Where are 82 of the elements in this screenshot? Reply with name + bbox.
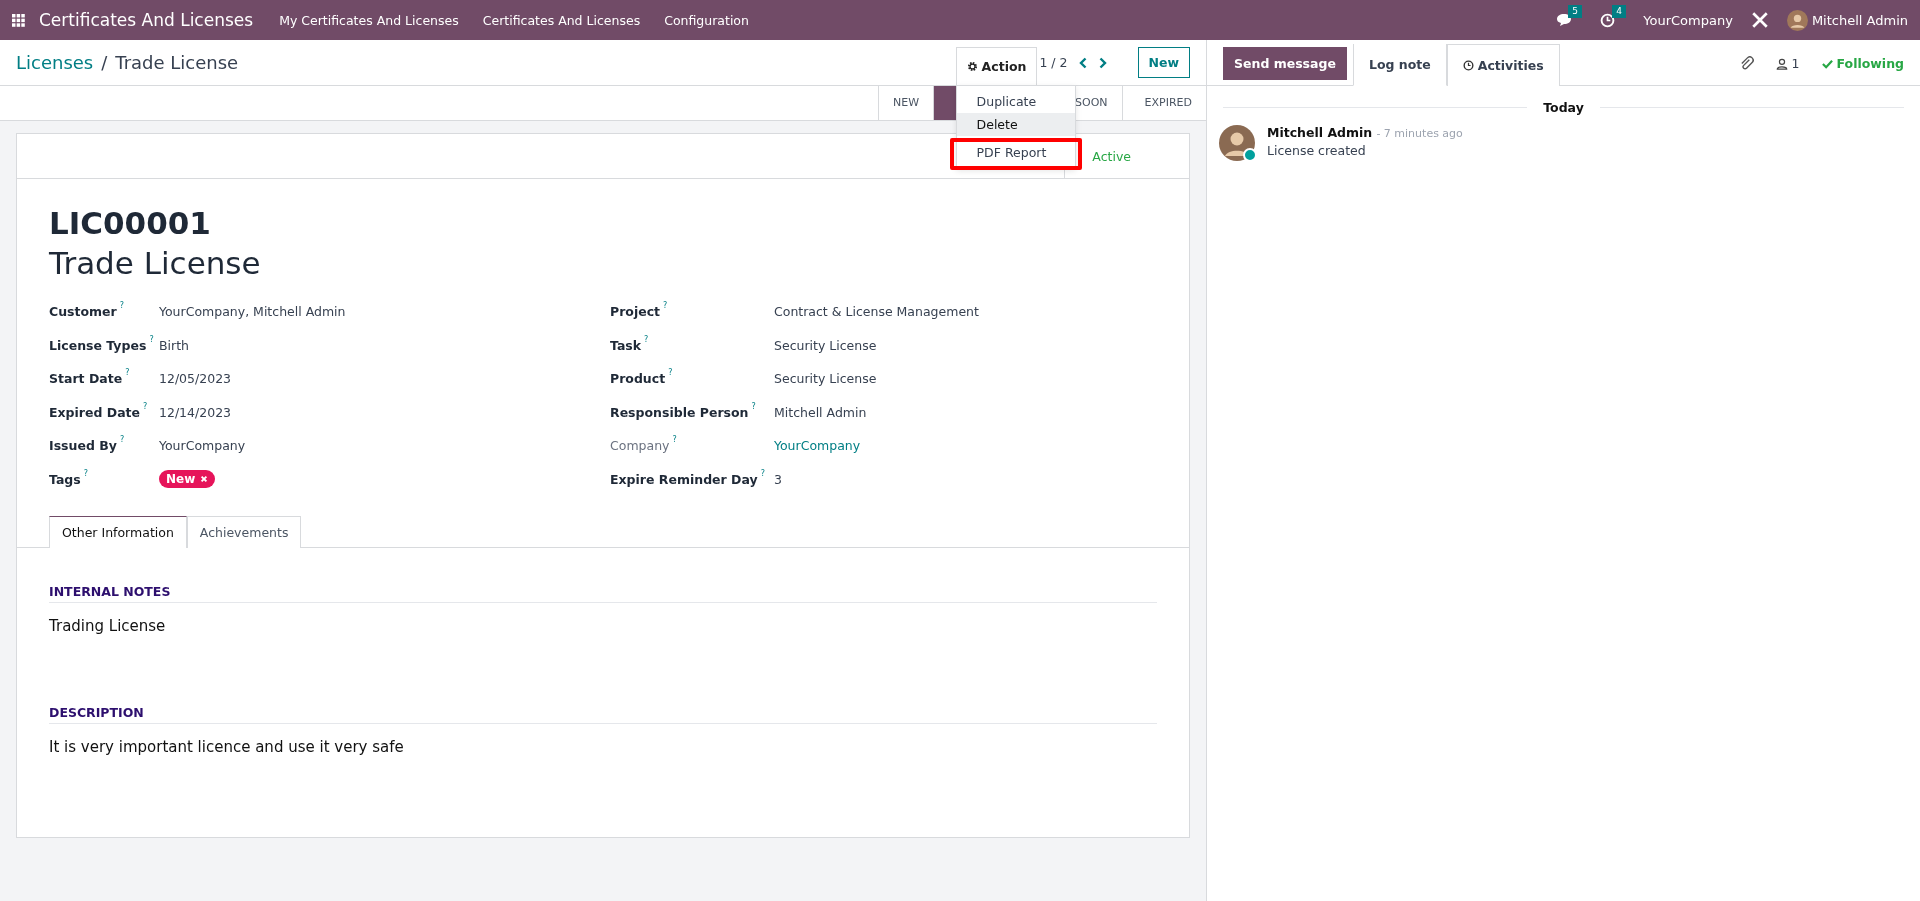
help-mark[interactable]: ?: [83, 468, 88, 478]
log-note-button[interactable]: Log note: [1352, 44, 1447, 86]
previous-icon[interactable]: [1077, 56, 1088, 69]
date-divider: Today: [1543, 100, 1584, 115]
send-message-button[interactable]: Send message: [1223, 47, 1347, 80]
field-value: 3: [774, 471, 782, 487]
nav-menu-item[interactable]: My Certificates And Licenses: [279, 12, 459, 28]
help-mark[interactable]: ?: [672, 435, 677, 445]
breadcrumb-link[interactable]: Licenses: [16, 52, 94, 73]
help-mark[interactable]: ?: [668, 368, 673, 378]
apps-menu-icon[interactable]: [12, 13, 25, 27]
field-label: Issued By: [49, 438, 117, 454]
field-value: YourCompany, Mitchell Admin: [159, 304, 346, 320]
chat-icon[interactable]: [1556, 13, 1573, 27]
activities-button[interactable]: Activities: [1446, 44, 1560, 86]
field-value: Security License: [774, 371, 877, 387]
section-text: It is very important licence and use it very safe: [49, 738, 405, 756]
notebook-tab[interactable]: Achievements: [186, 516, 302, 548]
field-label: Project: [610, 304, 661, 320]
section-heading: INTERNAL NOTES: [49, 584, 1157, 603]
nav-menu-item[interactable]: Certificates And Licenses: [482, 12, 641, 28]
avatar-icon: [1219, 125, 1255, 161]
clock-icon: [1462, 60, 1474, 71]
breadcrumb-separator: /: [101, 52, 108, 73]
field-value: 12/05/2023: [159, 371, 232, 387]
clock-icon[interactable]: [1600, 12, 1616, 28]
help-mark[interactable]: ?: [119, 435, 125, 445]
section-text: Trading License: [49, 617, 167, 635]
help-mark[interactable]: ?: [149, 334, 154, 344]
help-mark[interactable]: ?: [644, 334, 649, 344]
field-label: Expired Date: [49, 404, 141, 420]
message-time: - 7 minutes ago: [1376, 127, 1463, 140]
dropdown-item[interactable]: Delete: [956, 113, 1075, 136]
section-heading: DESCRIPTION: [49, 705, 1157, 724]
tools-icon[interactable]: [1750, 11, 1769, 29]
field-value: Birth: [159, 337, 189, 353]
help-mark[interactable]: ?: [663, 301, 668, 311]
action-button[interactable]: Action: [955, 47, 1038, 85]
field-value: Security License: [774, 337, 877, 353]
help-mark[interactable]: ?: [125, 368, 130, 378]
help-mark[interactable]: ?: [751, 401, 756, 411]
field-value: Contract & License Management: [774, 304, 979, 320]
field-label: Customer: [49, 304, 117, 320]
dropdown-item[interactable]: PDF Report: [949, 138, 1082, 170]
followers-button[interactable]: 1: [1775, 56, 1800, 71]
field-label: Product: [610, 371, 666, 387]
help-mark[interactable]: ?: [143, 401, 148, 411]
count-badge: 4: [1612, 4, 1626, 18]
gear-icon: [966, 61, 978, 72]
field-label: Start Date: [49, 371, 123, 387]
field-value: 12/14/2023: [159, 404, 232, 420]
pager-value: 1 / 2: [1039, 55, 1068, 70]
help-mark[interactable]: ?: [119, 301, 124, 311]
field-label: Task: [610, 337, 642, 353]
notebook-tab[interactable]: Other Information: [49, 516, 187, 548]
field-value: YourCompany: [159, 438, 246, 454]
record-name: Trade License: [49, 244, 262, 283]
avatar-icon[interactable]: [1786, 9, 1808, 31]
breadcrumb-current: Trade License: [115, 52, 239, 73]
field-label: Company: [610, 438, 670, 454]
field-label: Responsible Person: [610, 404, 749, 420]
company-switcher[interactable]: YourCompany: [1643, 12, 1733, 28]
help-mark[interactable]: ?: [760, 468, 765, 478]
app-name[interactable]: Certificates And Licenses: [39, 10, 254, 30]
check-icon: [1821, 58, 1833, 69]
message-body: License created: [1267, 143, 1367, 158]
field-value: Mitchell Admin: [774, 404, 867, 420]
message-author[interactable]: Mitchell Admin: [1267, 125, 1373, 140]
nav-menu-item[interactable]: Configuration: [664, 12, 749, 28]
count-badge: 5: [1568, 5, 1582, 18]
remove-icon[interactable]: [200, 475, 209, 484]
new-button[interactable]: New: [1137, 47, 1190, 78]
record-reference: LIC00001: [49, 204, 212, 243]
field-label: License Types: [49, 337, 147, 353]
field-label: Expire Reminder Day: [610, 471, 758, 487]
next-icon[interactable]: [1097, 56, 1108, 69]
field-label: Tags: [49, 471, 81, 487]
user-name[interactable]: Mitchell Admin: [1811, 12, 1908, 28]
person-icon: [1775, 57, 1788, 70]
field-link[interactable]: YourCompany: [774, 438, 861, 454]
tag-chip[interactable]: New: [159, 470, 216, 489]
online-status-icon: [1243, 148, 1257, 162]
